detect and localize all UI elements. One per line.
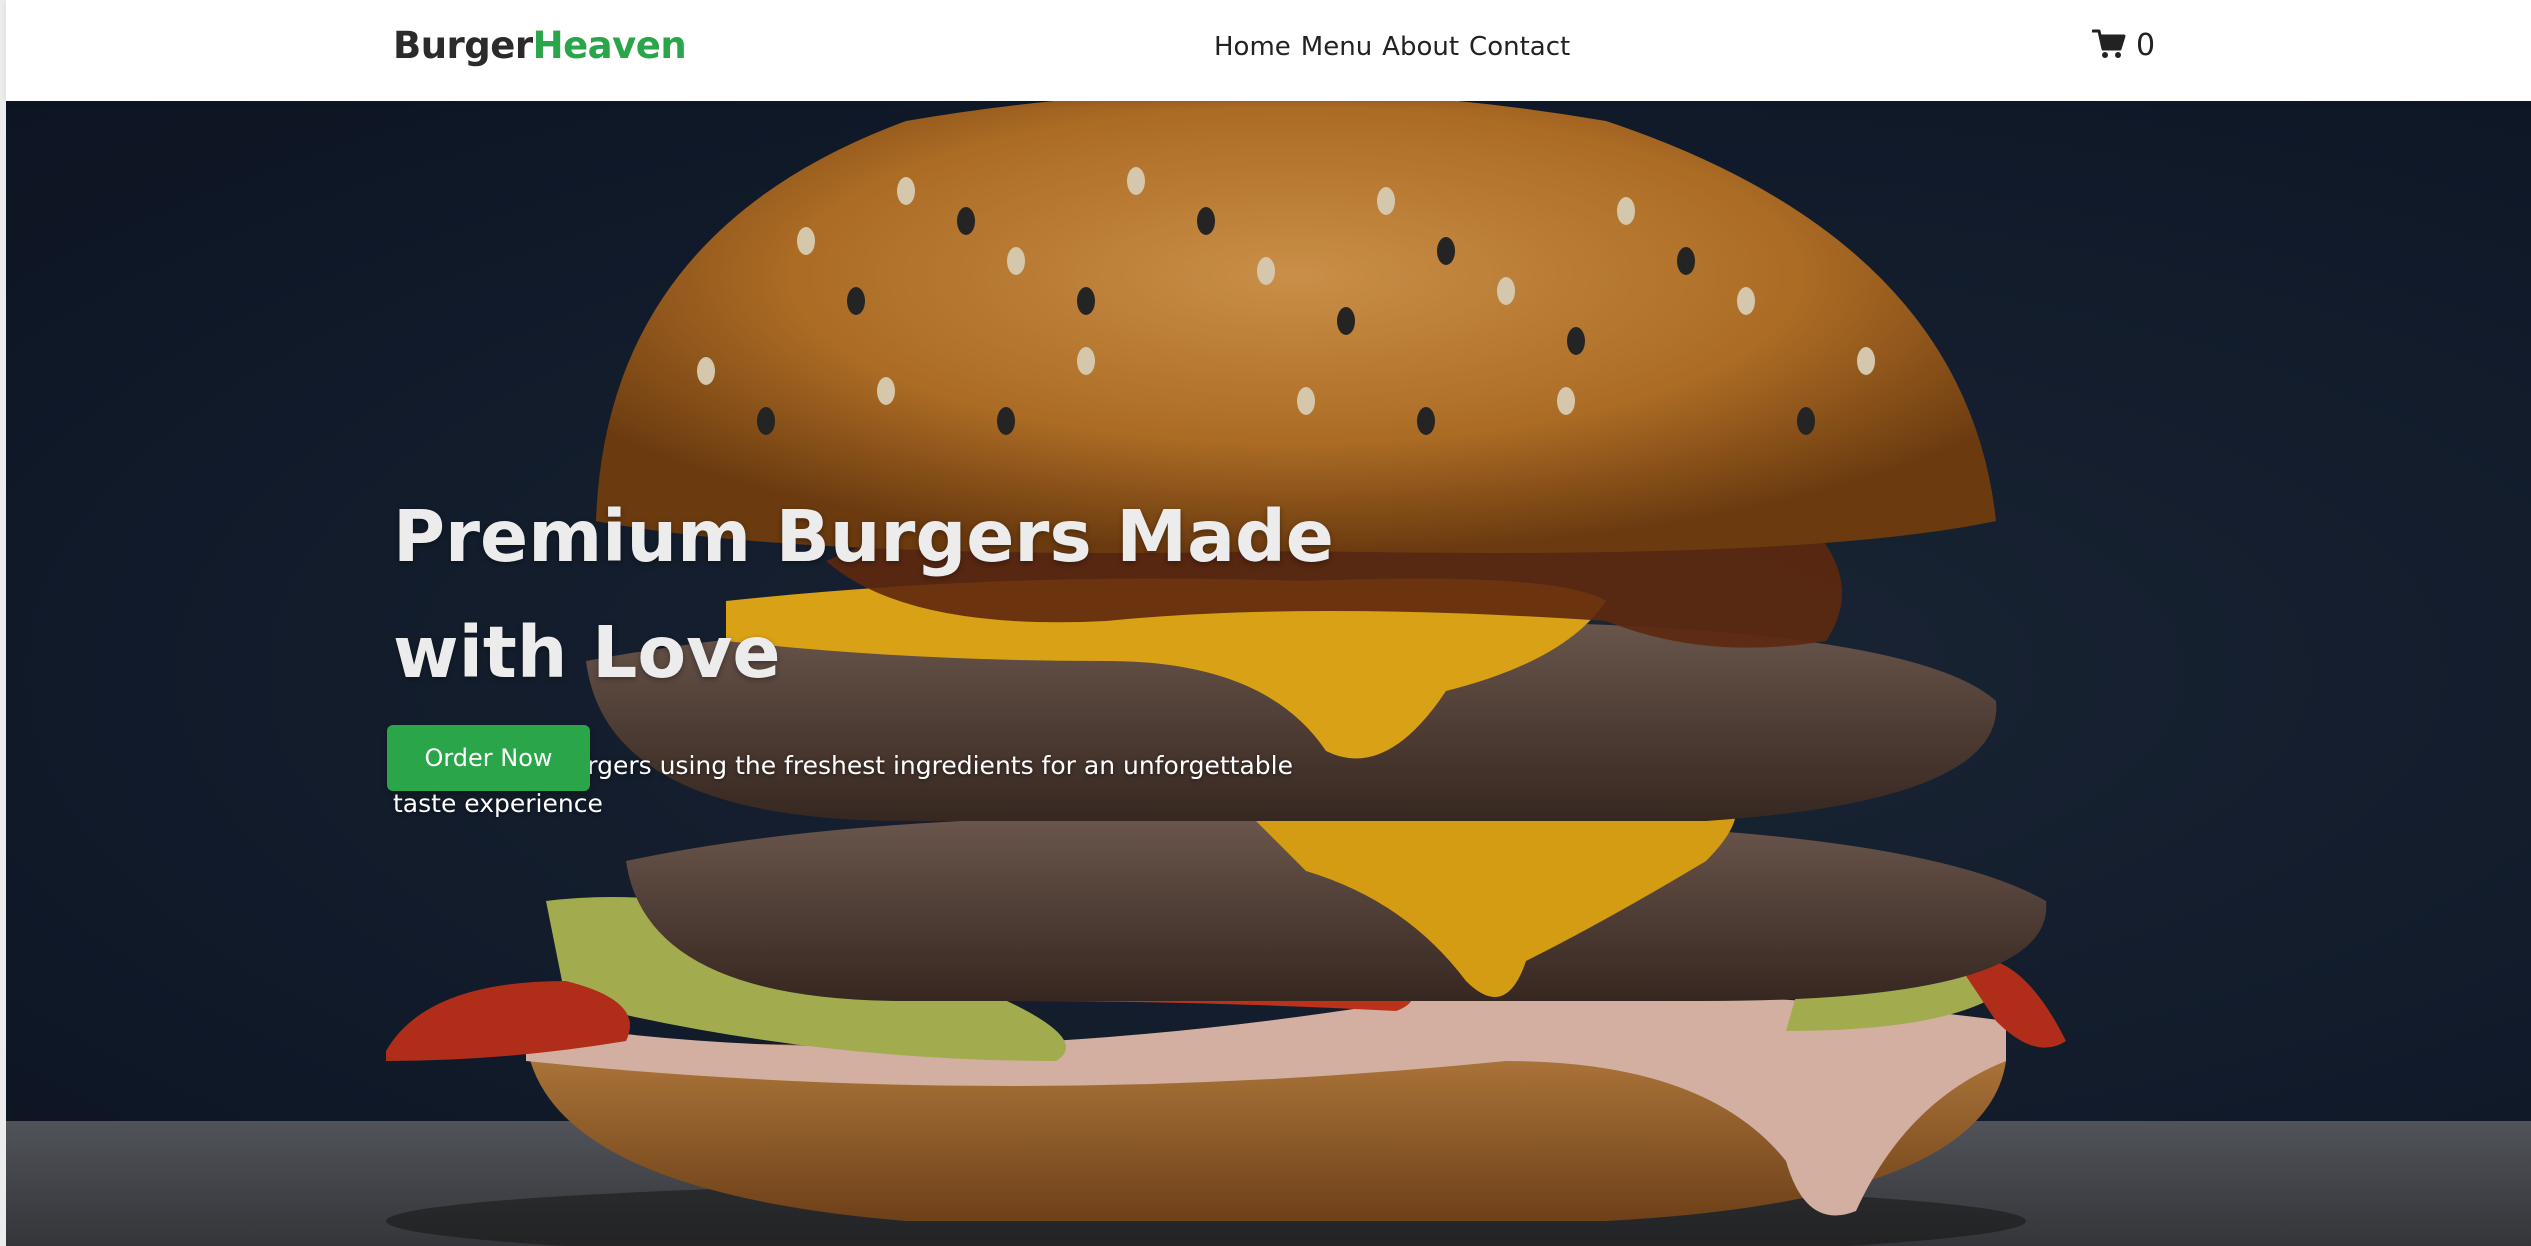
nav-link-menu[interactable]: Menu: [1301, 32, 1372, 62]
cart-count: 0: [2136, 28, 2156, 63]
site-header: BurgerHeaven Home Menu About Contact 0: [6, 0, 2531, 101]
nav-link-about[interactable]: About: [1382, 32, 1459, 62]
brand-logo-part-1: Burger: [393, 24, 533, 67]
cart-button[interactable]: 0: [2091, 28, 2156, 63]
hero-section: Premium Burgers Made with Love Handcraft…: [6, 101, 2531, 1246]
shopping-cart-icon: [2091, 29, 2126, 63]
nav-link-contact[interactable]: Contact: [1469, 32, 1570, 62]
brand-logo[interactable]: BurgerHeaven: [393, 24, 687, 67]
hero-title: Premium Burgers Made with Love: [393, 495, 1334, 694]
brand-logo-part-2: Heaven: [532, 24, 687, 67]
order-now-button[interactable]: Order Now: [387, 725, 590, 791]
page: BurgerHeaven Home Menu About Contact 0 P…: [0, 0, 2531, 1246]
nav-link-home[interactable]: Home: [1214, 32, 1291, 62]
main-nav: Home Menu About Contact: [1214, 32, 1570, 62]
